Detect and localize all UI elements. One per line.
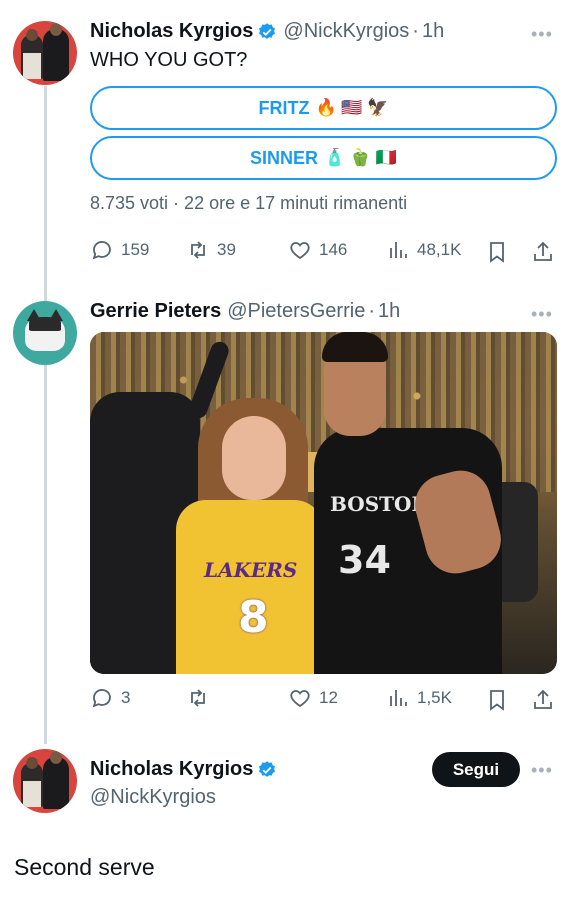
like-button[interactable]: 146 <box>288 238 347 262</box>
heart-icon <box>290 690 310 708</box>
tweet2-header: Gerrie Pieters @PietersGerrie · 1h <box>90 300 400 323</box>
reply-button[interactable]: 3 <box>90 686 130 710</box>
repost-icon <box>191 689 205 707</box>
tweet-timestamp[interactable]: 1h <box>422 20 444 43</box>
repost-button[interactable]: 39 <box>186 238 236 262</box>
like-count: 12 <box>319 688 338 707</box>
tweet1-header: Nicholas Kyrgios @NickKyrgios · 1h <box>90 20 444 43</box>
verified-badge-icon <box>259 22 276 39</box>
celtics-jersey-number: 34 <box>338 538 391 582</box>
follow-button[interactable]: Segui <box>432 752 520 787</box>
views-button[interactable]: 1,5K <box>386 686 452 710</box>
author-handle[interactable]: @NickKyrgios <box>90 786 216 809</box>
share-icon[interactable] <box>531 240 555 264</box>
verified-badge-icon <box>259 760 276 777</box>
heart-icon <box>290 242 310 260</box>
poll-option-fritz[interactable]: FRITZ 🔥 🇺🇸 🦅 <box>90 86 557 130</box>
author-handle[interactable]: @NickKyrgios <box>283 20 409 43</box>
repost-button[interactable] <box>186 686 217 710</box>
lakers-jersey-number: 8 <box>238 592 269 643</box>
more-options-icon[interactable]: ••• <box>531 304 553 325</box>
tweet3-header: Nicholas Kyrgios <box>90 758 277 781</box>
reply-icon <box>92 241 111 260</box>
avatar-nicholas-kyrgios[interactable] <box>13 21 77 85</box>
avatar-gerrie-pieters[interactable] <box>13 301 77 365</box>
view-count: 1,5K <box>417 688 452 707</box>
reply-count: 3 <box>121 688 131 707</box>
views-button[interactable]: 48,1K <box>386 238 461 262</box>
reply-button[interactable]: 159 <box>90 238 149 262</box>
reply-count: 159 <box>121 240 150 259</box>
man-hair <box>322 332 388 362</box>
poll-option-sinner[interactable]: SINNER 🧴 🫑 🇮🇹 <box>90 136 557 180</box>
poll-option-emoji: 🔥 🇺🇸 🦅 <box>315 98 389 117</box>
view-count: 48,1K <box>417 240 462 259</box>
bookmark-icon[interactable] <box>485 688 509 712</box>
repost-count: 39 <box>217 240 236 259</box>
woman-face <box>222 416 286 500</box>
separator-dot: · <box>412 20 419 42</box>
views-chart-icon <box>390 242 407 258</box>
poll-option-label: FRITZ <box>258 97 310 118</box>
lakers-jersey: LAKERS 8 <box>176 500 324 674</box>
poll-meta: 8.735 voti · 22 ore e 17 minuti rimanent… <box>90 193 408 213</box>
bookmark-icon[interactable] <box>485 240 509 264</box>
share-icon[interactable] <box>531 688 555 712</box>
lakers-jersey-text: LAKERS <box>204 558 298 582</box>
avatar-nicholas-kyrgios[interactable] <box>13 749 77 813</box>
tweet2-action-bar: 3 12 1,5K <box>90 686 557 716</box>
like-count: 146 <box>319 240 348 259</box>
tweet-text: Second serve <box>14 854 155 880</box>
author-name[interactable]: Nicholas Kyrgios <box>90 758 253 781</box>
more-options-icon[interactable]: ••• <box>531 760 553 781</box>
author-handle[interactable]: @PietersGerrie <box>227 300 365 323</box>
tweet-timestamp[interactable]: 1h <box>378 300 400 323</box>
tweet1-action-bar: 159 39 146 48,1K <box>90 238 557 268</box>
author-name[interactable]: Nicholas Kyrgios <box>90 20 253 43</box>
more-options-icon[interactable]: ••• <box>531 24 553 45</box>
author-name[interactable]: Gerrie Pieters <box>90 300 221 323</box>
views-chart-icon <box>390 690 407 706</box>
like-button[interactable]: 12 <box>288 686 338 710</box>
tweet-photo[interactable]: LAKERS 8 BOSTON 34 <box>90 332 557 674</box>
tweet-text: WHO YOU GOT? <box>90 49 248 71</box>
poll-option-label: SINNER <box>250 147 319 168</box>
repost-icon <box>191 241 205 259</box>
reply-icon <box>92 689 111 708</box>
separator-dot: · <box>368 300 375 322</box>
thread-connector-line <box>44 86 47 744</box>
poll-option-emoji: 🧴 🫑 🇮🇹 <box>324 148 397 167</box>
